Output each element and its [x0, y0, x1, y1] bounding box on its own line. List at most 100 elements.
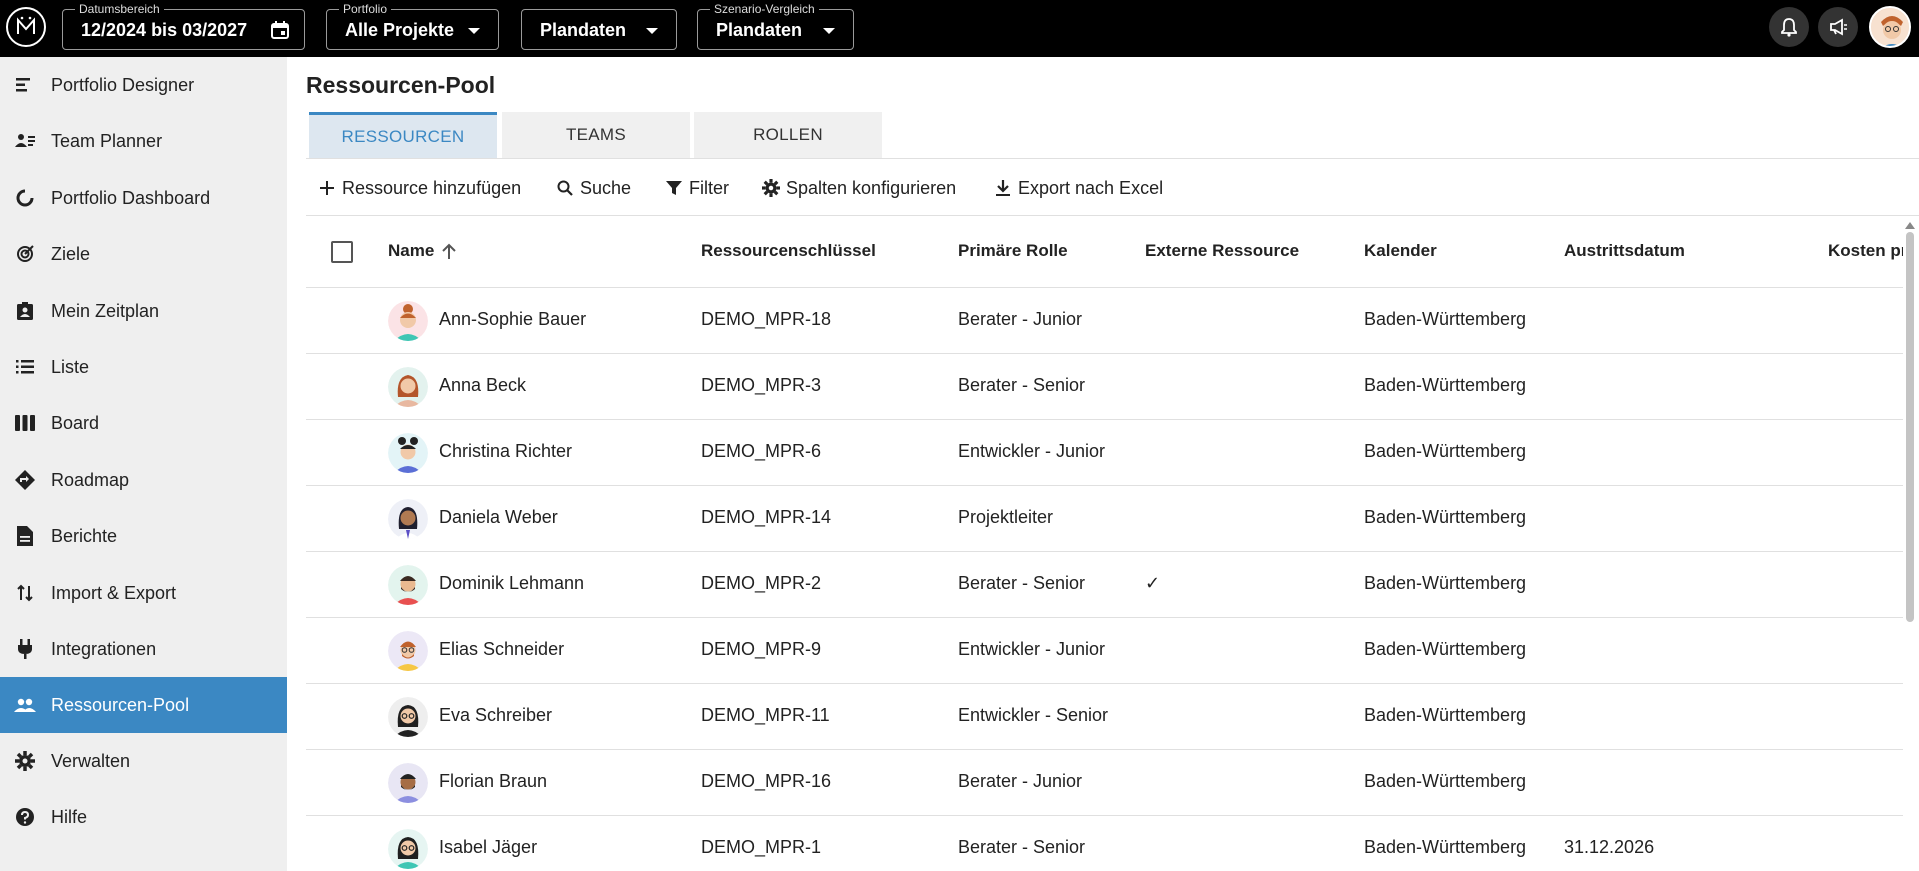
column-header-label: Name: [388, 241, 435, 260]
avatar: [388, 565, 428, 605]
sidebar-item-portfolio-designer[interactable]: Portfolio Designer: [0, 57, 287, 113]
cell-calendar: Baden-Württemberg: [1364, 573, 1527, 593]
sidebar-item-import-export[interactable]: Import & Export: [0, 565, 287, 621]
cell-name: Florian Braun: [439, 771, 548, 791]
cell-calendar: Baden-Württemberg: [1364, 771, 1527, 791]
tab-ressourcen[interactable]: RESSOURCEN: [309, 112, 497, 158]
search-button[interactable]: Suche: [556, 176, 631, 200]
sidebar-item-liste[interactable]: Liste: [0, 339, 287, 395]
cell-role: Entwickler - Senior: [958, 705, 1109, 725]
cell-role: Entwickler - Junior: [958, 441, 1106, 461]
cell-role: Berater - Senior: [958, 375, 1086, 395]
avatar: [388, 829, 428, 869]
sidebar-item-label: Import & Export: [51, 582, 177, 603]
add-resource-button[interactable]: Ressource hinzufügen: [318, 176, 521, 200]
gear-icon: [14, 750, 36, 772]
sidebar-item-label: Roadmap: [51, 469, 130, 490]
user-avatar[interactable]: [1869, 6, 1911, 48]
column-header-external[interactable]: Externe Ressource: [1145, 241, 1299, 261]
table-row[interactable]: Christina Richter DEMO_MPR-6 Entwickler …: [306, 420, 1903, 486]
download-icon: [994, 179, 1012, 197]
avatar: [388, 763, 428, 803]
sidebar-item-label: Portfolio Dashboard: [51, 187, 211, 208]
megaphone-icon[interactable]: [1818, 7, 1858, 47]
table-row[interactable]: Ann-Sophie Bauer DEMO_MPR-18 Berater - J…: [306, 288, 1903, 354]
sidebar-item-hilfe[interactable]: Hilfe: [0, 789, 287, 845]
cell-role: Entwickler - Junior: [958, 639, 1106, 659]
export-excel-button[interactable]: Export nach Excel: [994, 176, 1163, 200]
sidebar: Portfolio Designer Team Planner Portfoli…: [0, 57, 287, 871]
portfolio-select[interactable]: Portfolio Alle Projekte: [326, 2, 499, 50]
cell-key: DEMO_MPR-2: [701, 573, 822, 593]
column-header-costs[interactable]: Kosten pr: [1828, 241, 1903, 261]
table-row[interactable]: Anna Beck DEMO_MPR-3 Berater - Senior Ba…: [306, 354, 1903, 420]
sidebar-item-ressourcen-pool[interactable]: Ressourcen-Pool: [0, 677, 287, 733]
cell-key: DEMO_MPR-11: [701, 705, 830, 725]
table-row[interactable]: Elias Schneider DEMO_MPR-9 Entwickler - …: [306, 618, 1903, 684]
cell-key: DEMO_MPR-14: [701, 507, 832, 527]
configure-columns-button[interactable]: Spalten konfigurieren: [762, 176, 956, 200]
chevron-down-icon: [646, 28, 658, 34]
top-bar: Datumsbereich 12/2024 bis 03/2027 Portfo…: [0, 0, 1919, 57]
app-logo[interactable]: [6, 7, 46, 47]
tab-rollen[interactable]: ROLLEN: [694, 112, 882, 158]
chevron-down-icon: [823, 28, 835, 34]
sidebar-item-ziele[interactable]: Ziele: [0, 226, 287, 282]
cell-key: DEMO_MPR-16: [701, 771, 832, 791]
calendar-icon[interactable]: [270, 20, 290, 45]
cell-name: Ann-Sophie Bauer: [439, 309, 587, 329]
table-row[interactable]: Isabel Jäger DEMO_MPR-1 Berater - Senior…: [306, 816, 1903, 871]
table-row[interactable]: Eva Schreiber DEMO_MPR-11 Entwickler - S…: [306, 684, 1903, 750]
vertical-scrollbar[interactable]: [1906, 232, 1914, 622]
column-header-calendar[interactable]: Kalender: [1364, 241, 1437, 261]
table-row[interactable]: Florian Braun DEMO_MPR-16 Berater - Juni…: [306, 750, 1903, 816]
sidebar-item-label: Integrationen: [51, 638, 157, 659]
sidebar-item-team-planner[interactable]: Team Planner: [0, 113, 287, 169]
dashboard-icon: [14, 187, 36, 209]
cell-role: Berater - Senior: [958, 837, 1086, 857]
cell-role: Berater - Junior: [958, 771, 1083, 791]
cell-exit-date: 31.12.2026: [1564, 837, 1655, 857]
tab-teams[interactable]: TEAMS: [502, 112, 690, 158]
column-header-role[interactable]: Primäre Rolle: [958, 241, 1068, 261]
table-row[interactable]: Dominik Lehmann DEMO_MPR-2 Berater - Sen…: [306, 552, 1903, 618]
sidebar-item-label: Berichte: [51, 525, 118, 546]
portfolio-designer-icon: [14, 74, 36, 96]
sidebar-item-integrationen[interactable]: Integrationen: [0, 621, 287, 677]
clipboard-user-icon: [14, 300, 36, 322]
filter-button[interactable]: Filter: [665, 176, 729, 200]
scenario-select[interactable]: Szenario-Vergleich Plandaten: [697, 2, 854, 50]
sidebar-item-verwalten[interactable]: Verwalten: [0, 733, 287, 789]
search-icon: [556, 179, 574, 197]
cell-calendar: Baden-Württemberg: [1364, 375, 1527, 395]
table-row[interactable]: Daniela Weber DEMO_MPR-14 Projektleiter …: [306, 486, 1903, 552]
chevron-down-icon: [468, 28, 480, 34]
column-header-name[interactable]: Name: [388, 241, 457, 261]
sidebar-item-label: Hilfe: [51, 806, 88, 827]
data-source-select[interactable]: Plandaten: [521, 9, 677, 50]
cell-name: Dominik Lehmann: [439, 573, 585, 593]
sidebar-item-label: Liste: [51, 356, 90, 377]
sidebar-item-berichte[interactable]: Berichte: [0, 508, 287, 564]
cell-calendar: Baden-Württemberg: [1364, 639, 1527, 659]
cell-role: Berater - Junior: [958, 309, 1083, 329]
column-header-exit-date[interactable]: Austrittsdatum: [1564, 241, 1685, 261]
date-range-field[interactable]: Datumsbereich 12/2024 bis 03/2027: [62, 2, 305, 50]
sidebar-item-portfolio-dashboard[interactable]: Portfolio Dashboard: [0, 170, 287, 226]
avatar: [388, 433, 428, 473]
sidebar-item-roadmap[interactable]: Roadmap: [0, 452, 287, 508]
cell-key: DEMO_MPR-18: [701, 309, 832, 329]
board-icon: [14, 412, 36, 434]
sidebar-item-mein-zeitplan[interactable]: Mein Zeitplan: [0, 283, 287, 339]
bell-icon[interactable]: [1769, 7, 1809, 47]
scroll-up-arrow[interactable]: [1905, 222, 1915, 229]
scenario-label: Szenario-Vergleich: [710, 2, 819, 16]
filter-icon: [665, 179, 683, 197]
team-planner-icon: [14, 130, 36, 152]
cell-name: Daniela Weber: [439, 507, 558, 527]
column-header-key[interactable]: Ressourcenschlüssel: [701, 241, 876, 261]
select-all-checkbox[interactable]: [331, 241, 353, 263]
cell-calendar: Baden-Württemberg: [1364, 309, 1527, 329]
sidebar-item-board[interactable]: Board: [0, 395, 287, 451]
avatar: [388, 367, 428, 407]
